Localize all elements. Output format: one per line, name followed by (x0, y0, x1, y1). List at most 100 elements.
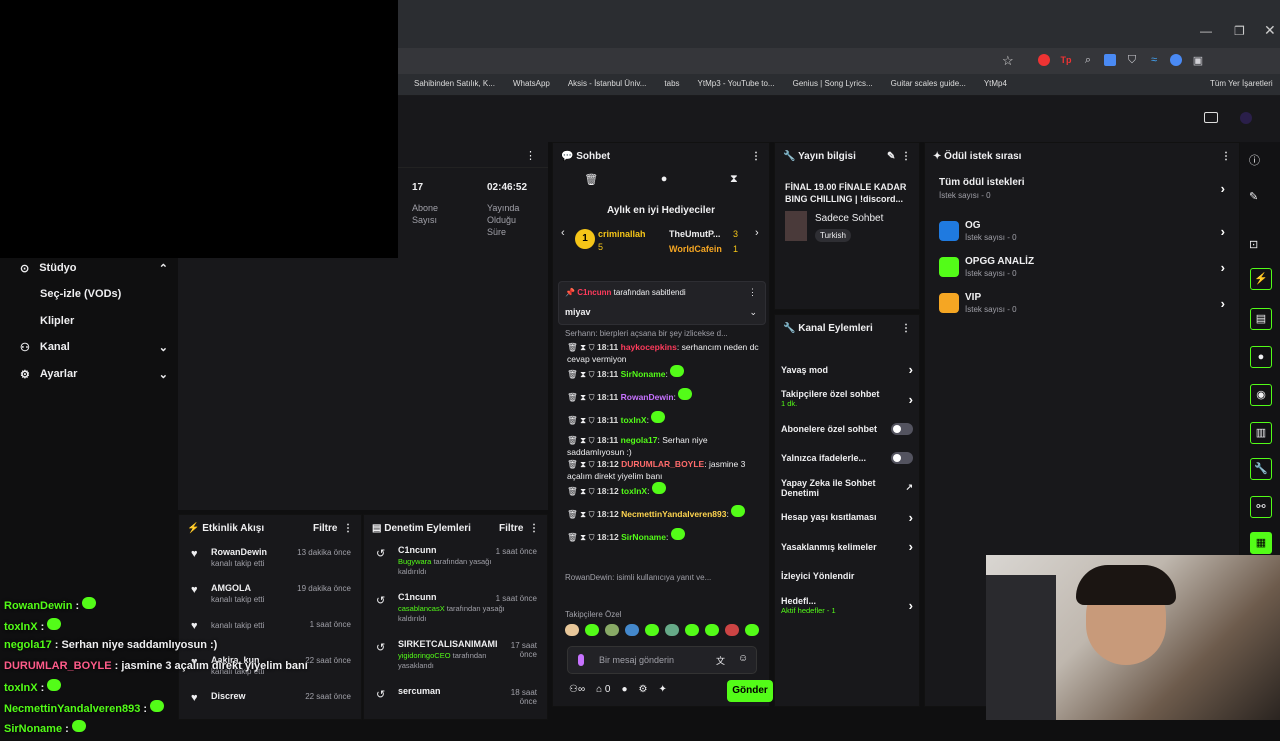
message-user[interactable]: NecmettinYandalveren893 (621, 509, 726, 519)
message-user[interactable]: haykocepkins (621, 342, 677, 352)
moderation-icon[interactable]: ▥ (1250, 422, 1272, 444)
theater-icon[interactable] (1204, 112, 1218, 123)
gifter-1-name[interactable]: criminallah (598, 229, 646, 239)
bookmark-ytmp4[interactable]: YtMp4 (984, 79, 1007, 88)
emote[interactable] (705, 624, 719, 636)
channel-action-item[interactable]: Abonelere özel sohbet (781, 414, 913, 444)
emote[interactable] (625, 624, 639, 636)
reward-item[interactable]: OG İstek sayısı - 0 › (939, 213, 1225, 249)
more-icon[interactable]: ⋮ (529, 523, 539, 534)
trash-icon[interactable]: 🗑 ⧗ ⛉ (567, 509, 597, 519)
gear-icon[interactable]: ⚙ (639, 684, 648, 695)
bookmark-tabs[interactable]: tabs (664, 79, 679, 88)
share-icon[interactable]: ⚯ (1250, 496, 1272, 518)
message-user[interactable]: toxInX (621, 486, 647, 496)
reward-item[interactable]: OPGG ANALİZ İstek sayısı - 0 › (939, 249, 1225, 285)
chat-message[interactable]: 🗑 ⧗ ⛉ 18:11 toxInX: (567, 411, 767, 434)
sidebar-item-settings[interactable]: ⚙ Ayarlar ⌄ (20, 368, 168, 381)
more-icon[interactable]: ⋮ (751, 151, 761, 162)
emote[interactable] (685, 624, 699, 636)
channel-action-item[interactable]: Yasaklanmış kelimeler › (781, 532, 913, 562)
mic-icon[interactable] (578, 654, 584, 666)
chat-input[interactable]: Bir mesaj gönderin 文 ☺ (567, 646, 757, 674)
trash-icon[interactable]: 🗑 ⧗ ⛉ (567, 392, 597, 402)
wrench-icon[interactable]: 🔧 (1250, 458, 1272, 480)
emote[interactable] (645, 624, 659, 636)
sidebar-item-studio[interactable]: ⊙ Stüdyo ⌃ (20, 262, 168, 275)
close-window-button[interactable]: ✕ (1264, 22, 1276, 39)
emote[interactable] (585, 624, 599, 636)
bookmark-sahibinden[interactable]: Sahibinden Satılık, K... (414, 79, 495, 88)
adblock-icon[interactable] (1038, 54, 1050, 66)
chevron-left-icon[interactable]: ‹ (561, 227, 565, 239)
trash-icon[interactable]: 🗑 ⧗ ⛉ (567, 415, 597, 425)
channel-action-item[interactable]: Hesap yaşı kısıtlaması › (781, 503, 913, 533)
camera-icon[interactable]: ⊡ (1249, 238, 1258, 251)
send-button[interactable]: Gönder (727, 680, 773, 702)
minimize-button[interactable]: — (1200, 24, 1212, 38)
moderation-filter-button[interactable]: Filtre (499, 523, 523, 534)
moderation-target[interactable]: yigidoringoCEO (398, 651, 451, 660)
chevron-down-icon[interactable]: ⌄ (749, 307, 757, 318)
message-user[interactable]: SirNoname (621, 532, 666, 542)
google-translate-icon[interactable] (1104, 54, 1116, 66)
chat-message[interactable]: 🗑 ⧗ ⛉ 18:12 NecmettinYandalveren893: (567, 505, 767, 528)
trash-icon[interactable]: 🗑 ⧗ ⛉ (567, 435, 597, 445)
chat-message[interactable]: 🗑 ⧗ ⛉ 18:11 negola17: Serhan niye saddam… (567, 434, 767, 458)
document-icon[interactable]: ▤ (1250, 308, 1272, 330)
chat-message[interactable]: 🗑 ⧗ ⛉ 18:12 toxInX: (567, 482, 767, 505)
lightning-icon[interactable]: ⚡ (1250, 268, 1272, 290)
trash-icon[interactable]: 🗑 ⧗ ⛉ (567, 369, 597, 379)
message-user[interactable]: DURUMLAR_BOYLE (621, 459, 704, 469)
sidebar-item-channel[interactable]: ⚇ Kanal ⌄ (20, 341, 168, 354)
chat-message[interactable]: 🗑 ⧗ ⛉ 18:12 DURUMLAR_BOYLE: jasmine 3 aç… (567, 458, 767, 482)
bookmark-ytmp3[interactable]: YtMp3 - YouTube to... (698, 79, 775, 88)
channel-action-item[interactable]: Yavaş mod › (781, 355, 913, 385)
trash-icon[interactable]: 🗑 ⧗ ⛉ (567, 486, 597, 496)
trash-icon[interactable]: 🗑 ⧗ ⛉ (567, 532, 597, 542)
pinned-message[interactable]: 📌 C1ncunn tarafından sabitlendi miyav ⋮ … (558, 281, 766, 325)
puzzle-icon[interactable]: ▣ (1192, 54, 1204, 67)
more-icon[interactable]: ⋮ (748, 287, 757, 298)
chat-message[interactable]: 🗑 ⧗ ⛉ 18:11 haykocepkins: serhancım nede… (567, 341, 767, 365)
shield-icon[interactable]: ⛉ (1126, 54, 1138, 66)
message-user[interactable]: toxInX (621, 415, 647, 425)
avatar[interactable] (1240, 112, 1252, 124)
trash-icon[interactable]: 🗑 ⧗ ⛉ (567, 459, 597, 469)
bookmark-guitar[interactable]: Guitar scales guide... (891, 79, 966, 88)
sidebar-item-clips[interactable]: Klipler (40, 315, 74, 327)
external-link-icon[interactable]: ↗ (905, 482, 913, 493)
chat-message[interactable]: 🗑 ⧗ ⛉ 18:11 SirNoname: (567, 365, 767, 388)
chevron-right-icon[interactable]: › (755, 227, 759, 239)
broadcast-icon[interactable]: ◉ (1250, 384, 1272, 406)
hourglass-icon[interactable]: ⧗ (730, 173, 738, 186)
more-icon[interactable]: ⋮ (901, 151, 911, 162)
shop-icon[interactable]: ⌂ 0 (596, 684, 610, 695)
moderation-target[interactable]: Bugywara (398, 557, 431, 566)
emote[interactable] (665, 624, 679, 636)
translate-icon[interactable]: Tp (1060, 54, 1072, 66)
chat-message[interactable]: 🗑 ⧗ ⛉ 18:12 SirNoname: (567, 528, 767, 551)
emote[interactable] (605, 624, 619, 636)
more-icon[interactable]: ⋮ (343, 523, 353, 534)
star-icon[interactable]: ☆ (1002, 53, 1014, 69)
message-user[interactable]: SirNoname (621, 369, 666, 379)
chat-bubble-icon[interactable]: ● (661, 173, 668, 186)
emoji-icon[interactable]: ☺ (738, 653, 748, 664)
emote[interactable] (565, 624, 579, 636)
more-icon[interactable]: ⋮ (901, 323, 911, 334)
more-icon[interactable]: ⋮ (1221, 151, 1231, 162)
users-icon[interactable]: ⚇∞ (569, 684, 585, 695)
emote[interactable] (725, 624, 739, 636)
message-user[interactable]: RowanDewin (621, 392, 674, 402)
sidebar-item-vods[interactable]: Seç-izle (VODs) (40, 288, 121, 300)
channel-action-item[interactable]: Yalnızca ifadelerle... (781, 444, 913, 474)
clapper-icon[interactable]: ▦ (1250, 532, 1272, 554)
trash-icon[interactable]: 🗑 (584, 173, 598, 186)
gifter-2-name[interactable]: TheUmutP... (669, 229, 720, 239)
channel-action-item[interactable]: Takipçilere özel sohbet 1 dk. › (781, 385, 913, 415)
bookmark-whatsapp[interactable]: WhatsApp (513, 79, 550, 88)
all-rewards-row[interactable]: Tüm ödül istekleri İstek sayısı - 0 › (939, 177, 1225, 200)
edit-icon[interactable]: ✎ (1249, 190, 1258, 203)
vpn-icon[interactable] (1170, 54, 1182, 66)
